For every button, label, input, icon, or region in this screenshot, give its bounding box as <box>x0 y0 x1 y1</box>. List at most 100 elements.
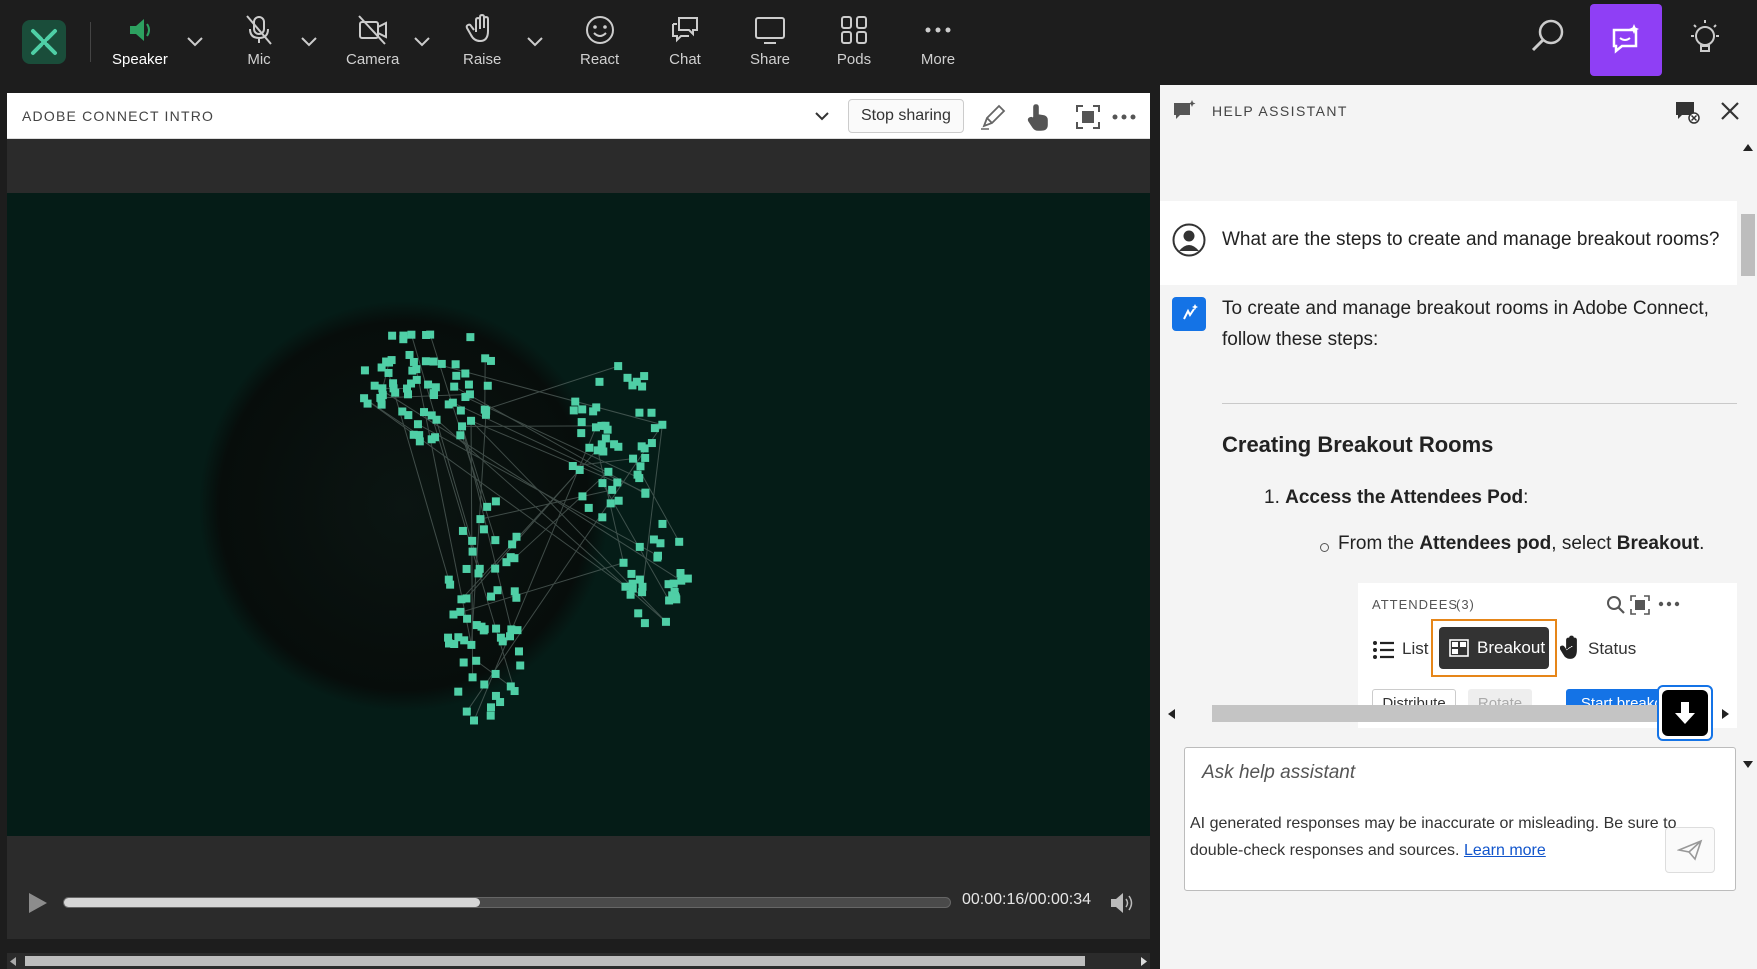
fullscreen-icon[interactable] <box>1075 104 1101 130</box>
raise-hand-button[interactable]: Raise <box>463 12 501 72</box>
annotate-pencil-icon[interactable] <box>979 103 1007 131</box>
toolbar-divider <box>90 22 91 62</box>
globe-dot <box>404 411 413 420</box>
share-pod-header: ADOBE CONNECT INTRO Stop sharing <box>7 93 1150 139</box>
globe-dot <box>510 587 519 596</box>
pointer-hand-icon[interactable] <box>1025 103 1051 131</box>
scroll-down-arrow-icon[interactable] <box>1743 761 1753 769</box>
chat-button[interactable]: Chat <box>667 12 703 72</box>
globe-dot <box>597 421 606 430</box>
scroll-right-arrow-icon[interactable] <box>1140 957 1148 966</box>
scrollbar-thumb[interactable] <box>1741 214 1755 276</box>
close-icon[interactable] <box>1720 101 1740 121</box>
ai-chat-icon <box>1174 100 1196 119</box>
globe-dot <box>431 433 440 442</box>
raise-chevron-down-icon[interactable] <box>524 30 546 52</box>
globe-dot <box>382 357 391 366</box>
mic-chevron-down-icon[interactable] <box>298 30 320 52</box>
globe-dot <box>577 429 586 438</box>
more-dots-icon <box>925 27 951 33</box>
globe-dot <box>450 382 459 391</box>
chat-vertical-scrollbar[interactable] <box>1737 137 1757 777</box>
globe-dot <box>577 418 586 427</box>
globe-dot <box>635 408 644 417</box>
scrollbar-thumb[interactable] <box>25 956 1085 966</box>
globe-dot <box>468 673 477 682</box>
chevron-down-icon[interactable] <box>813 107 831 125</box>
scroll-to-bottom-button[interactable] <box>1657 685 1713 741</box>
learn-more-link[interactable]: Learn more <box>1464 842 1546 859</box>
globe-dot <box>360 366 369 375</box>
mic-button[interactable]: Mic <box>241 12 277 72</box>
help-assistant-toggle-button[interactable] <box>1590 4 1662 76</box>
globe-dot <box>444 400 453 409</box>
globe-dot <box>604 467 613 476</box>
play-icon[interactable] <box>25 891 49 915</box>
globe-dot <box>664 580 673 589</box>
globe-dot <box>481 354 490 363</box>
camera-off-icon <box>357 15 387 45</box>
share-button[interactable]: Share <box>750 12 790 72</box>
globe-dot <box>405 350 414 359</box>
video-progress-bar[interactable] <box>63 897 951 908</box>
globe-dot <box>424 380 433 389</box>
pods-button[interactable]: Pods <box>836 12 872 72</box>
react-button[interactable]: React <box>580 12 619 72</box>
search-icon[interactable] <box>1528 16 1568 56</box>
share-pod-horizontal-scrollbar[interactable] <box>7 953 1150 969</box>
fullscreen-icon <box>1630 595 1650 615</box>
globe-dot <box>506 553 515 562</box>
camera-chevron-down-icon[interactable] <box>411 30 433 52</box>
bullet-marker <box>1320 543 1329 552</box>
stop-sharing-button[interactable]: Stop sharing <box>848 99 964 133</box>
speaker-button[interactable]: Speaker <box>112 12 168 72</box>
video-frame[interactable] <box>7 193 1150 836</box>
globe-dot <box>462 594 471 603</box>
video-player[interactable] <box>7 139 1150 939</box>
globe-dot <box>613 478 622 487</box>
globe-dot <box>568 462 577 471</box>
globe-dot <box>449 610 458 619</box>
scroll-left-arrow-icon[interactable] <box>1168 709 1175 719</box>
more-options-icon[interactable] <box>1111 105 1137 129</box>
list-tab-label: List <box>1402 639 1429 658</box>
scroll-up-arrow-icon[interactable] <box>1743 143 1753 151</box>
globe-dot <box>506 632 515 641</box>
globe-dot <box>467 640 476 649</box>
lightbulb-icon[interactable] <box>1685 16 1725 60</box>
adobe-connect-logo-icon <box>22 20 66 64</box>
globe-dot <box>649 535 658 544</box>
globe-dot <box>388 331 397 340</box>
status-hand-icon <box>1560 635 1577 659</box>
globe-dot <box>491 536 500 545</box>
share-label: Share <box>750 51 791 68</box>
mic-off-icon <box>246 15 272 45</box>
globe-dot <box>584 503 593 512</box>
volume-icon[interactable] <box>1108 890 1134 916</box>
chat-transcript[interactable]: What are the steps to create and manage … <box>1160 137 1737 777</box>
globe-dot <box>404 390 413 399</box>
help-assistant-title: HELP ASSISTANT <box>1212 103 1348 119</box>
camera-button[interactable]: Camera <box>346 12 399 72</box>
scroll-right-arrow-icon[interactable] <box>1722 709 1729 719</box>
chat-horizontal-scrollbar[interactable] <box>1160 701 1737 723</box>
video-progress-fill <box>64 898 481 907</box>
scrollbar-thumb[interactable] <box>1212 705 1692 722</box>
assistant-avatar-icon <box>1172 297 1206 331</box>
clear-chat-icon[interactable] <box>1674 99 1700 125</box>
globe-dot <box>458 526 467 535</box>
globe-dot <box>671 593 680 602</box>
help-assistant-header: HELP ASSISTANT <box>1160 85 1757 137</box>
more-button[interactable]: More <box>920 12 956 72</box>
globe-dot <box>407 330 416 339</box>
scroll-left-arrow-icon[interactable] <box>9 957 17 966</box>
globe-dot <box>370 381 379 390</box>
globe-dot <box>592 403 601 412</box>
globe-dot <box>658 519 667 528</box>
globe-dot <box>512 532 521 541</box>
speaker-chevron-down-icon[interactable] <box>184 30 206 52</box>
step-number: 1. <box>1264 487 1280 508</box>
globe-dot <box>429 357 438 366</box>
globe-dot <box>683 574 692 583</box>
globe-dot <box>468 536 477 545</box>
